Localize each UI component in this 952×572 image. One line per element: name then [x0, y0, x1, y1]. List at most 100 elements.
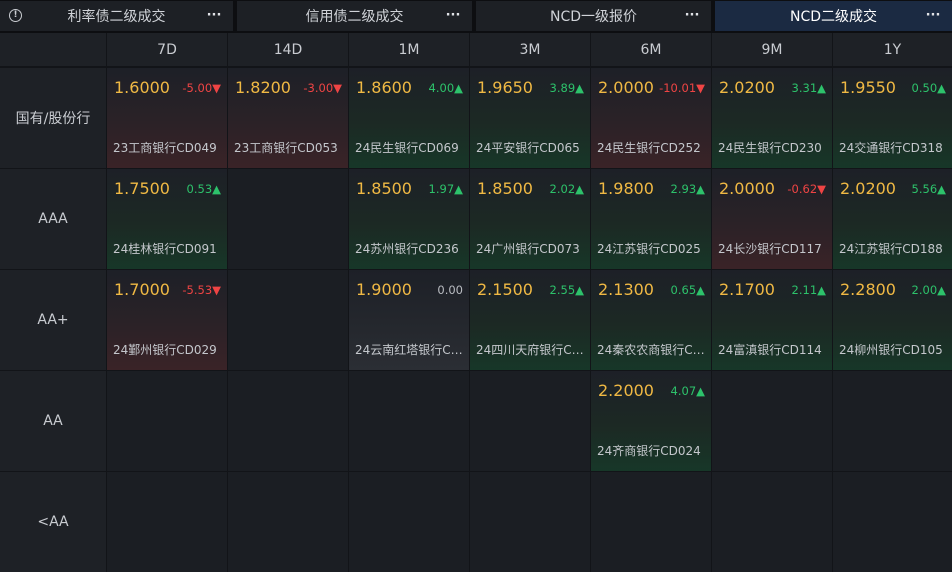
quote-cell[interactable]: 1.7500 0.53▲ 24桂林银行CD091 [107, 169, 227, 269]
tab-label: 利率债二级成交 [67, 9, 166, 25]
empty-cell [712, 371, 832, 471]
change-value: 1.97▲ [428, 182, 463, 196]
quote-cell[interactable]: 2.0200 3.31▲ 24民生银行CD230 [712, 68, 832, 168]
yield-price: 2.2800 [840, 280, 896, 299]
more-options-icon[interactable]: ··· [444, 6, 462, 24]
row-header: <AA [0, 472, 106, 572]
change-value: 2.02▲ [549, 182, 584, 196]
empty-cell [228, 169, 348, 269]
change-value: -5.00▼ [182, 81, 221, 95]
quote-cell[interactable]: 2.2800 2.00▲ 24柳州银行CD105 [833, 270, 952, 370]
row-header: 国有/股份行 [0, 68, 106, 168]
bond-name: 24秦农农商银行CD.. [597, 343, 707, 357]
yield-price: 2.0200 [840, 179, 896, 198]
more-options-icon[interactable]: ··· [205, 6, 223, 24]
quote-cell[interactable]: 2.0200 5.56▲ 24江苏银行CD188 [833, 169, 952, 269]
change-value: -10.01▼ [659, 81, 705, 95]
row-header: AA+ [0, 270, 106, 370]
quote-cell[interactable]: 1.7000 -5.53▼ 24鄞州银行CD029 [107, 270, 227, 370]
empty-cell [470, 472, 590, 572]
quote-cell[interactable]: 1.8500 1.97▲ 24苏州银行CD236 [349, 169, 469, 269]
yield-price: 1.8600 [356, 78, 412, 97]
quote-cell[interactable]: 1.9800 2.93▲ 24江苏银行CD025 [591, 169, 711, 269]
empty-cell [470, 371, 590, 471]
quote-cell[interactable]: 1.6000 -5.00▼ 23工商银行CD049 [107, 68, 227, 168]
quote-cell[interactable]: 2.2000 4.07▲ 24齐商银行CD024 [591, 371, 711, 471]
column-header: 1M [349, 33, 469, 66]
column-header: 14D [228, 33, 348, 66]
change-value: 0.65▲ [670, 283, 705, 297]
change-value: 0.00 [437, 283, 463, 297]
quote-cell[interactable]: 1.9000 0.00 24云南红塔银行CD.. [349, 270, 469, 370]
quote-cell[interactable]: 2.1300 0.65▲ 24秦农农商银行CD.. [591, 270, 711, 370]
bond-name: 23工商银行CD049 [113, 141, 217, 155]
change-value: 2.00▲ [911, 283, 946, 297]
quote-cell[interactable]: 2.0000 -0.62▼ 24长沙银行CD117 [712, 169, 832, 269]
change-value: 5.56▲ [911, 182, 946, 196]
tab-ncd-secondary[interactable]: NCD二级成交 ··· [715, 1, 952, 31]
bond-name: 23工商银行CD053 [234, 141, 338, 155]
bond-name: 24江苏银行CD025 [597, 242, 701, 256]
quote-cell[interactable]: 1.8500 2.02▲ 24广州银行CD073 [470, 169, 590, 269]
tab-credit-bond-secondary[interactable]: 信用债二级成交 ··· [237, 1, 472, 31]
tab-rate-bond-secondary[interactable]: ! 利率债二级成交 ··· [0, 1, 233, 31]
quote-cell[interactable]: 1.9650 3.89▲ 24平安银行CD065 [470, 68, 590, 168]
more-options-icon[interactable]: ··· [924, 6, 942, 24]
yield-price: 1.8500 [356, 179, 412, 198]
change-value: -0.62▼ [787, 182, 826, 196]
row-header: AAA [0, 169, 106, 269]
yield-price: 2.0000 [598, 78, 654, 97]
change-value: 4.07▲ [670, 384, 705, 398]
quote-cell[interactable]: 1.9550 0.50▲ 24交通银行CD318 [833, 68, 952, 168]
empty-cell [712, 472, 832, 572]
empty-cell [107, 472, 227, 572]
empty-cell [107, 371, 227, 471]
tab-label: NCD一级报价 [549, 9, 638, 25]
change-value: 0.53▲ [186, 182, 221, 196]
info-icon[interactable]: ! [9, 9, 22, 22]
bond-name: 24富滇银行CD114 [718, 343, 822, 357]
change-value: 0.50▲ [911, 81, 946, 95]
tab-bar: ! 利率债二级成交 ··· 信用债二级成交 ··· NCD一级报价 ··· NC… [0, 0, 952, 33]
quote-cell[interactable]: 1.8200 -3.00▼ 23工商银行CD053 [228, 68, 348, 168]
yield-price: 2.1700 [719, 280, 775, 299]
more-options-icon[interactable]: ··· [683, 6, 701, 24]
yield-price: 1.8200 [235, 78, 291, 97]
yield-price: 1.9550 [840, 78, 896, 97]
bond-name: 24齐商银行CD024 [597, 444, 701, 458]
bond-name: 24云南红塔银行CD.. [355, 343, 465, 357]
empty-cell [833, 472, 952, 572]
bond-name: 24鄞州银行CD029 [113, 343, 217, 357]
quote-cell[interactable]: 1.8600 4.00▲ 24民生银行CD069 [349, 68, 469, 168]
yield-price: 1.6000 [114, 78, 170, 97]
yield-price: 1.9800 [598, 179, 654, 198]
yield-price: 2.0200 [719, 78, 775, 97]
change-value: 2.55▲ [549, 283, 584, 297]
quote-cell[interactable]: 2.1700 2.11▲ 24富滇银行CD114 [712, 270, 832, 370]
bond-name: 24江苏银行CD188 [839, 242, 943, 256]
bond-name: 24桂林银行CD091 [113, 242, 217, 256]
ncd-matrix: 7D 14D 1M 3M 6M 9M 1Y 国有/股份行 1.6000 -5.00▼ 23工商银行C… [0, 33, 952, 572]
bond-name: 24民生银行CD252 [597, 141, 701, 155]
yield-price: 2.2000 [598, 381, 654, 400]
tab-ncd-primary-quote[interactable]: NCD一级报价 ··· [476, 1, 711, 31]
yield-price: 2.1500 [477, 280, 533, 299]
bond-name: 24平安银行CD065 [476, 141, 580, 155]
quote-cell[interactable]: 2.1500 2.55▲ 24四川天府银行CD.. [470, 270, 590, 370]
change-value: 2.93▲ [670, 182, 705, 196]
row-header: AA [0, 371, 106, 471]
empty-cell [833, 371, 952, 471]
column-header: 6M [591, 33, 711, 66]
change-value: 2.11▲ [791, 283, 826, 297]
empty-cell [228, 472, 348, 572]
column-header: 1Y [833, 33, 952, 66]
yield-price: 1.9650 [477, 78, 533, 97]
yield-price: 1.7500 [114, 179, 170, 198]
change-value: -3.00▼ [303, 81, 342, 95]
grid-corner [0, 33, 106, 66]
bond-name: 24长沙银行CD117 [718, 242, 822, 256]
yield-price: 1.9000 [356, 280, 412, 299]
change-value: 4.00▲ [428, 81, 463, 95]
column-header: 7D [107, 33, 227, 66]
quote-cell[interactable]: 2.0000 -10.01▼ 24民生银行CD252 [591, 68, 711, 168]
